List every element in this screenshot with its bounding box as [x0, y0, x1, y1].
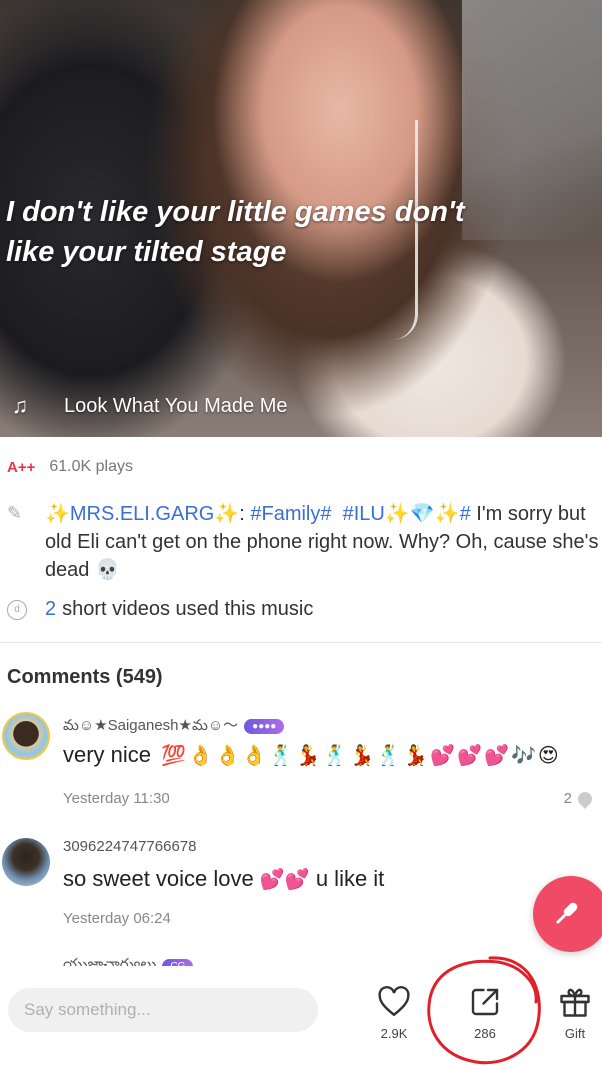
hearts-icon: 💕: [484, 745, 509, 768]
heart-eyes-icon: 😍: [537, 745, 559, 768]
user-level-badge: ●●●●: [244, 718, 285, 734]
usage-count: 2: [45, 598, 57, 620]
lyrics-line-2: like your tilted stage: [6, 236, 287, 268]
hundred-icon: 💯: [161, 745, 187, 768]
music-notes-icon: 🎶: [510, 745, 536, 768]
hearts-icon: 💕: [457, 745, 483, 768]
microphone-icon: [555, 902, 578, 925]
comment-input[interactable]: [24, 1000, 318, 1020]
comment-text: very nice 💯 👌 👌 👌 🕺 💃 🕺 💃 🕺 💃 💕 💕 💕 🎶 😍: [63, 742, 559, 768]
comment-item: మ☺★Saiganesh★మ☺〜 ●●●● very nice 💯 👌 👌 👌 …: [0, 712, 602, 812]
music-disc-icon: d: [7, 599, 27, 620]
avatar[interactable]: [2, 712, 50, 760]
comment-time: Yesterday 06:24: [63, 910, 171, 927]
comment-text-body: very nice: [63, 742, 152, 767]
lyrics-overlay: I don't like your little games don't lik…: [6, 192, 526, 272]
comment-like-count: 2: [563, 790, 572, 807]
hashtag-family[interactable]: #Family#: [250, 503, 331, 525]
comment-item: 3096224747766678 so sweet voice love 💕💕 …: [0, 838, 602, 938]
dancer-icon: 🕺: [268, 745, 294, 768]
comments-title: Comments (549): [7, 666, 163, 688]
comment-text-before: so sweet voice love: [63, 866, 254, 891]
share-icon: [471, 988, 499, 1016]
section-divider: [0, 642, 602, 643]
like-count: 2.9K: [380, 1026, 408, 1041]
music-info[interactable]: ♫ Look What You Made Me: [10, 392, 288, 420]
music-usage-row[interactable]: d 2 short videos used this music: [7, 598, 313, 621]
heart-icon: [378, 986, 410, 1017]
comment-time: Yesterday 11:30: [63, 790, 170, 807]
ok-hand-icon: 👌: [241, 745, 267, 768]
ok-hand-icon: 👌: [188, 745, 213, 768]
dancer-icon: 💃: [349, 745, 375, 768]
sparkle-icon: ✨: [384, 503, 410, 525]
author-name[interactable]: MRS.ELI.GARG: [70, 503, 214, 525]
dancer-icon: 💃: [403, 745, 429, 768]
hashtag-ilu[interactable]: #ILU: [343, 503, 385, 525]
hearts-icon: 💕: [284, 869, 310, 891]
share-button[interactable]: 286: [455, 984, 515, 1041]
description-row: ✎ ✨MRS.ELI.GARG✨: #Family# #ILU✨💎✨# I'm …: [7, 500, 599, 584]
like-button[interactable]: 2.9K: [364, 984, 424, 1041]
video-stats: A++ 61.0K plays: [7, 458, 133, 476]
dancer-icon: 🕺: [322, 745, 348, 768]
lyrics-line-1: I don't like your little games don't: [6, 196, 465, 228]
hashtag-empty[interactable]: #: [460, 503, 471, 525]
comment-text: so sweet voice love 💕💕 u like it: [63, 866, 384, 892]
comment-text-after: u like it: [315, 866, 385, 891]
comment-username[interactable]: మ☺★Saiganesh★మ☺〜 ●●●●: [63, 714, 285, 738]
music-note-icon: ♫: [11, 393, 29, 418]
hearts-icon: 💕: [430, 745, 456, 768]
avatar[interactable]: [2, 838, 50, 886]
pencil-icon: ✎: [7, 503, 23, 523]
gift-button[interactable]: Gift: [545, 984, 602, 1041]
author-separator: :: [239, 503, 251, 525]
grade-badge: A++: [7, 458, 36, 476]
gem-icon: 💎: [409, 503, 435, 525]
comment-username[interactable]: 3096224747766678: [63, 838, 196, 855]
share-count: 286: [474, 1026, 496, 1041]
sparkle-icon: ✨: [214, 503, 240, 525]
comment-like-button[interactable]: 2: [563, 788, 595, 809]
gift-icon: [560, 988, 590, 1017]
video-description: ✨MRS.ELI.GARG✨: #Family# #ILU✨💎✨# I'm so…: [45, 500, 599, 584]
emoji-strip: 💯 👌 👌 👌 🕺 💃 🕺 💃 🕺 💃 💕 💕 💕 🎶 😍: [161, 745, 559, 767]
video-player[interactable]: I don't like your little games don't lik…: [0, 0, 602, 437]
bottom-action-bar: 2.9K 286 Gift: [0, 966, 602, 1070]
username-text: మ☺★Saiganesh★మ☺〜: [63, 717, 239, 734]
hearts-icon: 💕: [259, 869, 285, 891]
gift-label: Gift: [564, 1026, 586, 1041]
ok-hand-icon: 👌: [214, 745, 240, 768]
record-mic-button[interactable]: [533, 876, 602, 952]
username-text: 3096224747766678: [63, 838, 197, 855]
play-count: 61.0K plays: [49, 458, 133, 475]
usage-text: short videos used this music: [62, 598, 314, 620]
dancer-icon: 🕺: [376, 745, 402, 768]
heart-icon: [575, 788, 595, 809]
dancer-icon: 💃: [295, 745, 321, 768]
sparkle-icon: ✨: [434, 503, 460, 525]
sparkle-icon: ✨: [44, 503, 70, 525]
music-title: Look What You Made Me: [64, 394, 288, 417]
skull-icon: 💀: [95, 559, 120, 581]
comment-input-wrapper[interactable]: [8, 988, 318, 1032]
